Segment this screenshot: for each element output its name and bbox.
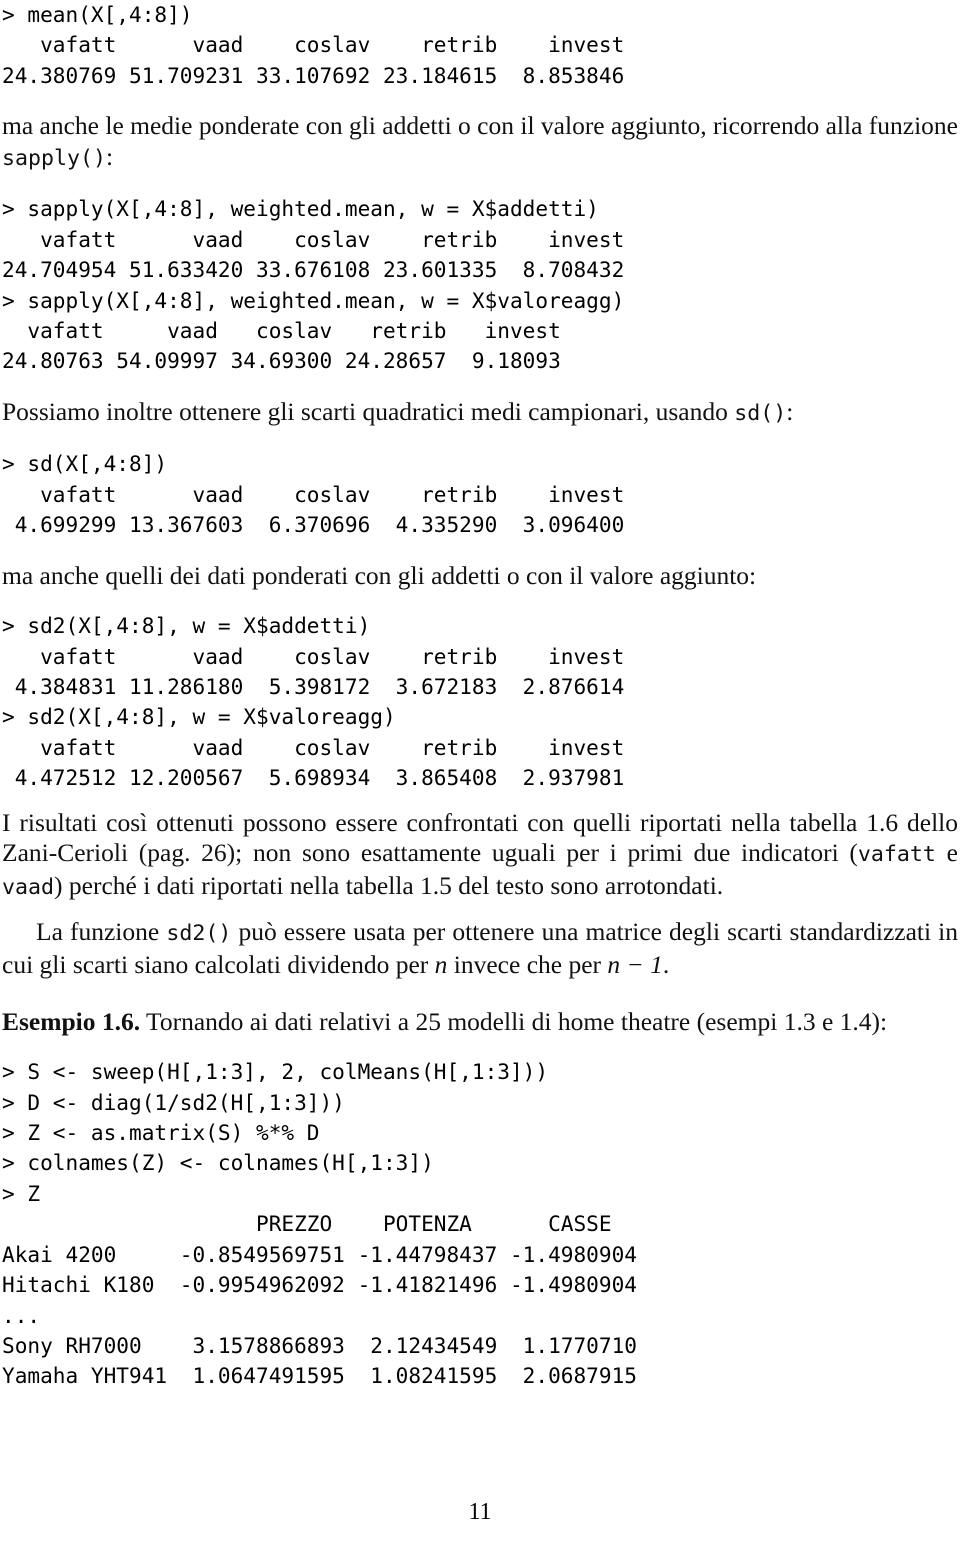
paragraph-esempio-1-6: Esempio 1.6. Tornando ai dati relativi a…: [2, 1007, 958, 1038]
paragraph-text-tail: :: [786, 396, 794, 426]
example-text: Tornando ai dati relativi a 25 modelli d…: [140, 1006, 888, 1036]
document-page: > mean(X[,4:8]) vafatt vaad coslav retri…: [0, 0, 960, 1545]
code-block-standardized-matrix: > S <- sweep(H[,1:3], 2, colMeans(H[,1:3…: [2, 1057, 958, 1391]
code-block-sd: > sd(X[,4:8]) vafatt vaad coslav retrib …: [2, 449, 958, 540]
paragraph-text: I risultati così ottenuti possono essere…: [2, 807, 958, 868]
example-label: Esempio 1.6.: [2, 1006, 141, 1036]
paragraph-weighted-sd-intro: ma anche quelli dei dati ponderati con g…: [2, 560, 757, 590]
r-console-output-sapply: > sapply(X[,4:8], weighted.mean, w = X$a…: [2, 196, 625, 374]
inline-code-sd: sd(): [734, 400, 787, 426]
paragraph-text-tail: .: [662, 950, 670, 980]
paragraph-text: Possiamo inoltre ottenere gli scarti qua…: [2, 396, 735, 426]
paragraph-sd2-standardized: La funzione sd2() può essere usata per o…: [2, 917, 958, 980]
paragraph-text-mid2: invece che per: [447, 950, 608, 980]
math-n-minus-1: n − 1: [607, 950, 663, 980]
r-console-output-mean: > mean(X[,4:8]) vafatt vaad coslav retri…: [2, 2, 625, 88]
inline-code-sapply: sapply(): [2, 145, 107, 171]
paragraph-weighted-means: ma anche le medie ponderate con gli adde…: [2, 111, 958, 174]
r-console-output-sd: > sd(X[,4:8]) vafatt vaad coslav retrib …: [2, 451, 625, 538]
code-block-mean: > mean(X[,4:8]) vafatt vaad coslav retri…: [2, 0, 958, 91]
paragraph-comparison-zani-cerioli: I risultati così ottenuti possono essere…: [2, 808, 958, 904]
inline-code-vaad: vaad: [2, 874, 55, 900]
r-console-output-sd2: > sd2(X[,4:8], w = X$addetti) vafatt vaa…: [2, 613, 625, 791]
code-block-sd2: > sd2(X[,4:8], w = X$addetti) vafatt vaa…: [2, 611, 958, 793]
math-n: n: [434, 950, 448, 980]
inline-code-vafatt: vafatt: [857, 842, 936, 868]
paragraph-text-mid: e: [935, 838, 958, 868]
code-block-sapply: > sapply(X[,4:8], weighted.mean, w = X$a…: [2, 194, 958, 376]
page-number: 11: [468, 1499, 492, 1525]
paragraph-text: ma anche le medie ponderate con gli adde…: [2, 111, 958, 141]
paragraph-sd-intro: Possiamo inoltre ottenere gli scarti qua…: [2, 397, 958, 430]
paragraph-text: La funzione: [36, 917, 167, 947]
paragraph-text-tail: :: [106, 141, 114, 171]
paragraph-text-tail: ) perché i dati riportati nella tabella …: [54, 870, 724, 900]
inline-code-sd2: sd2(): [166, 921, 232, 947]
r-console-output-matrix-z: > S <- sweep(H[,1:3], 2, colMeans(H[,1:3…: [2, 1059, 637, 1389]
